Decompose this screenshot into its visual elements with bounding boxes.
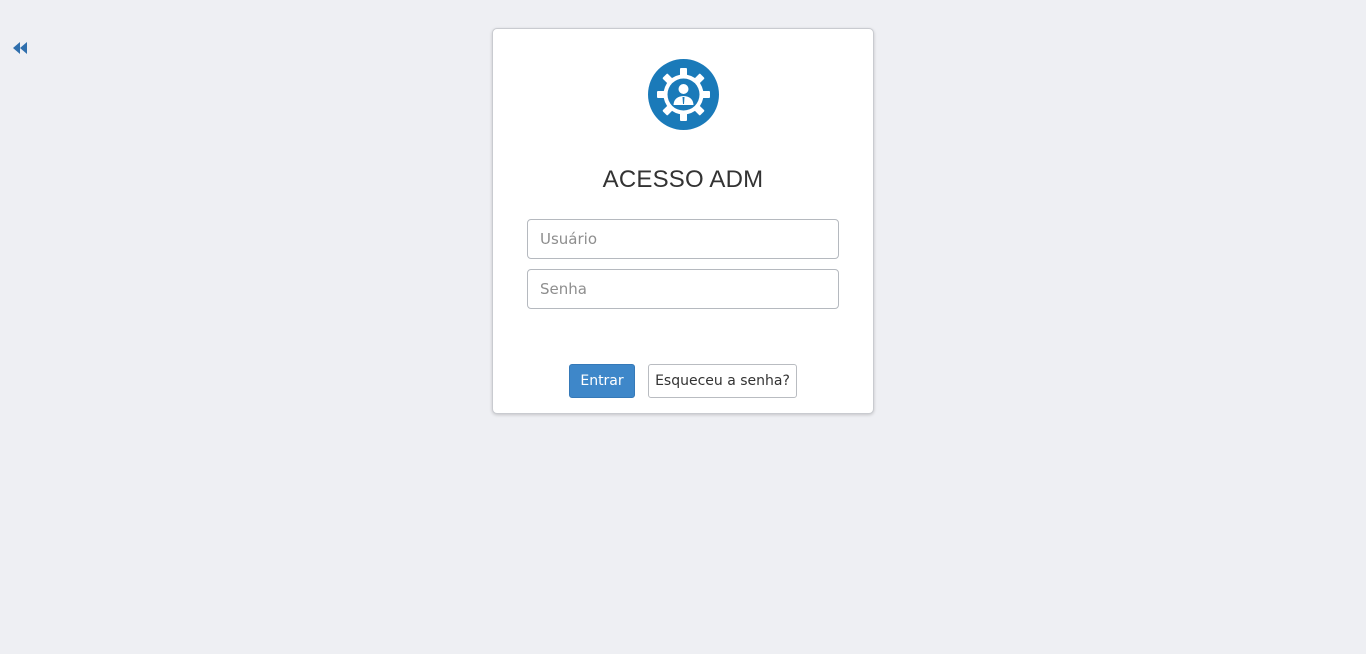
password-input[interactable]	[527, 269, 839, 309]
forgot-password-button[interactable]: Esqueceu a senha?	[648, 364, 797, 398]
login-card: ACESSO ADM Entrar Esqueceu a senha?	[492, 28, 874, 414]
rewind-icon	[13, 42, 27, 54]
back-link[interactable]	[12, 40, 28, 54]
page-title: ACESSO ADM	[602, 166, 764, 193]
username-input[interactable]	[527, 219, 839, 259]
admin-gear-icon	[648, 59, 719, 130]
submit-button[interactable]: Entrar	[569, 364, 635, 398]
